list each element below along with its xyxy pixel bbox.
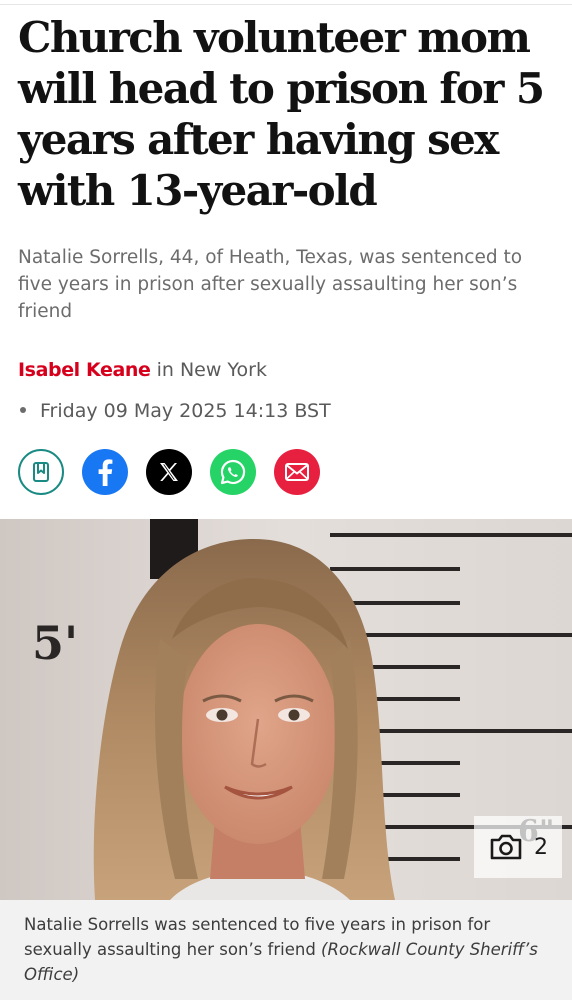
- byline-location: in New York: [156, 359, 267, 381]
- gallery-button[interactable]: 2: [474, 816, 562, 878]
- camera-icon: [490, 834, 522, 860]
- whatsapp-share-button[interactable]: [210, 449, 256, 495]
- top-divider: [0, 4, 572, 5]
- facebook-icon: [98, 459, 113, 486]
- svg-text:5': 5': [32, 616, 78, 670]
- gallery-count: 2: [534, 834, 548, 860]
- article-headline: Church volunteer mom will head to prison…: [18, 13, 545, 215]
- bookmark-icon: [33, 462, 49, 482]
- photo-caption: Natalie Sorrells was sentenced to five y…: [0, 900, 572, 1000]
- bullet-icon: [20, 406, 26, 413]
- byline: Isabel Keane in New York: [18, 356, 267, 384]
- bookmark-button[interactable]: [18, 449, 64, 495]
- whatsapp-icon: [220, 459, 246, 485]
- facebook-share-button[interactable]: [82, 449, 128, 495]
- article-standfirst: Natalie Sorrells, 44, of Heath, Texas, w…: [18, 247, 523, 322]
- email-icon: [285, 463, 309, 481]
- x-share-button[interactable]: [146, 449, 192, 495]
- author-link[interactable]: Isabel Keane: [18, 359, 151, 381]
- article-photo[interactable]: 5' 6" 2: [0, 519, 572, 900]
- email-share-button[interactable]: [274, 449, 320, 495]
- publish-date: Friday 09 May 2025 14:13 BST: [18, 397, 331, 425]
- share-bar: [18, 449, 338, 495]
- x-icon: [160, 463, 178, 481]
- publish-date-text: Friday 09 May 2025 14:13 BST: [40, 400, 331, 422]
